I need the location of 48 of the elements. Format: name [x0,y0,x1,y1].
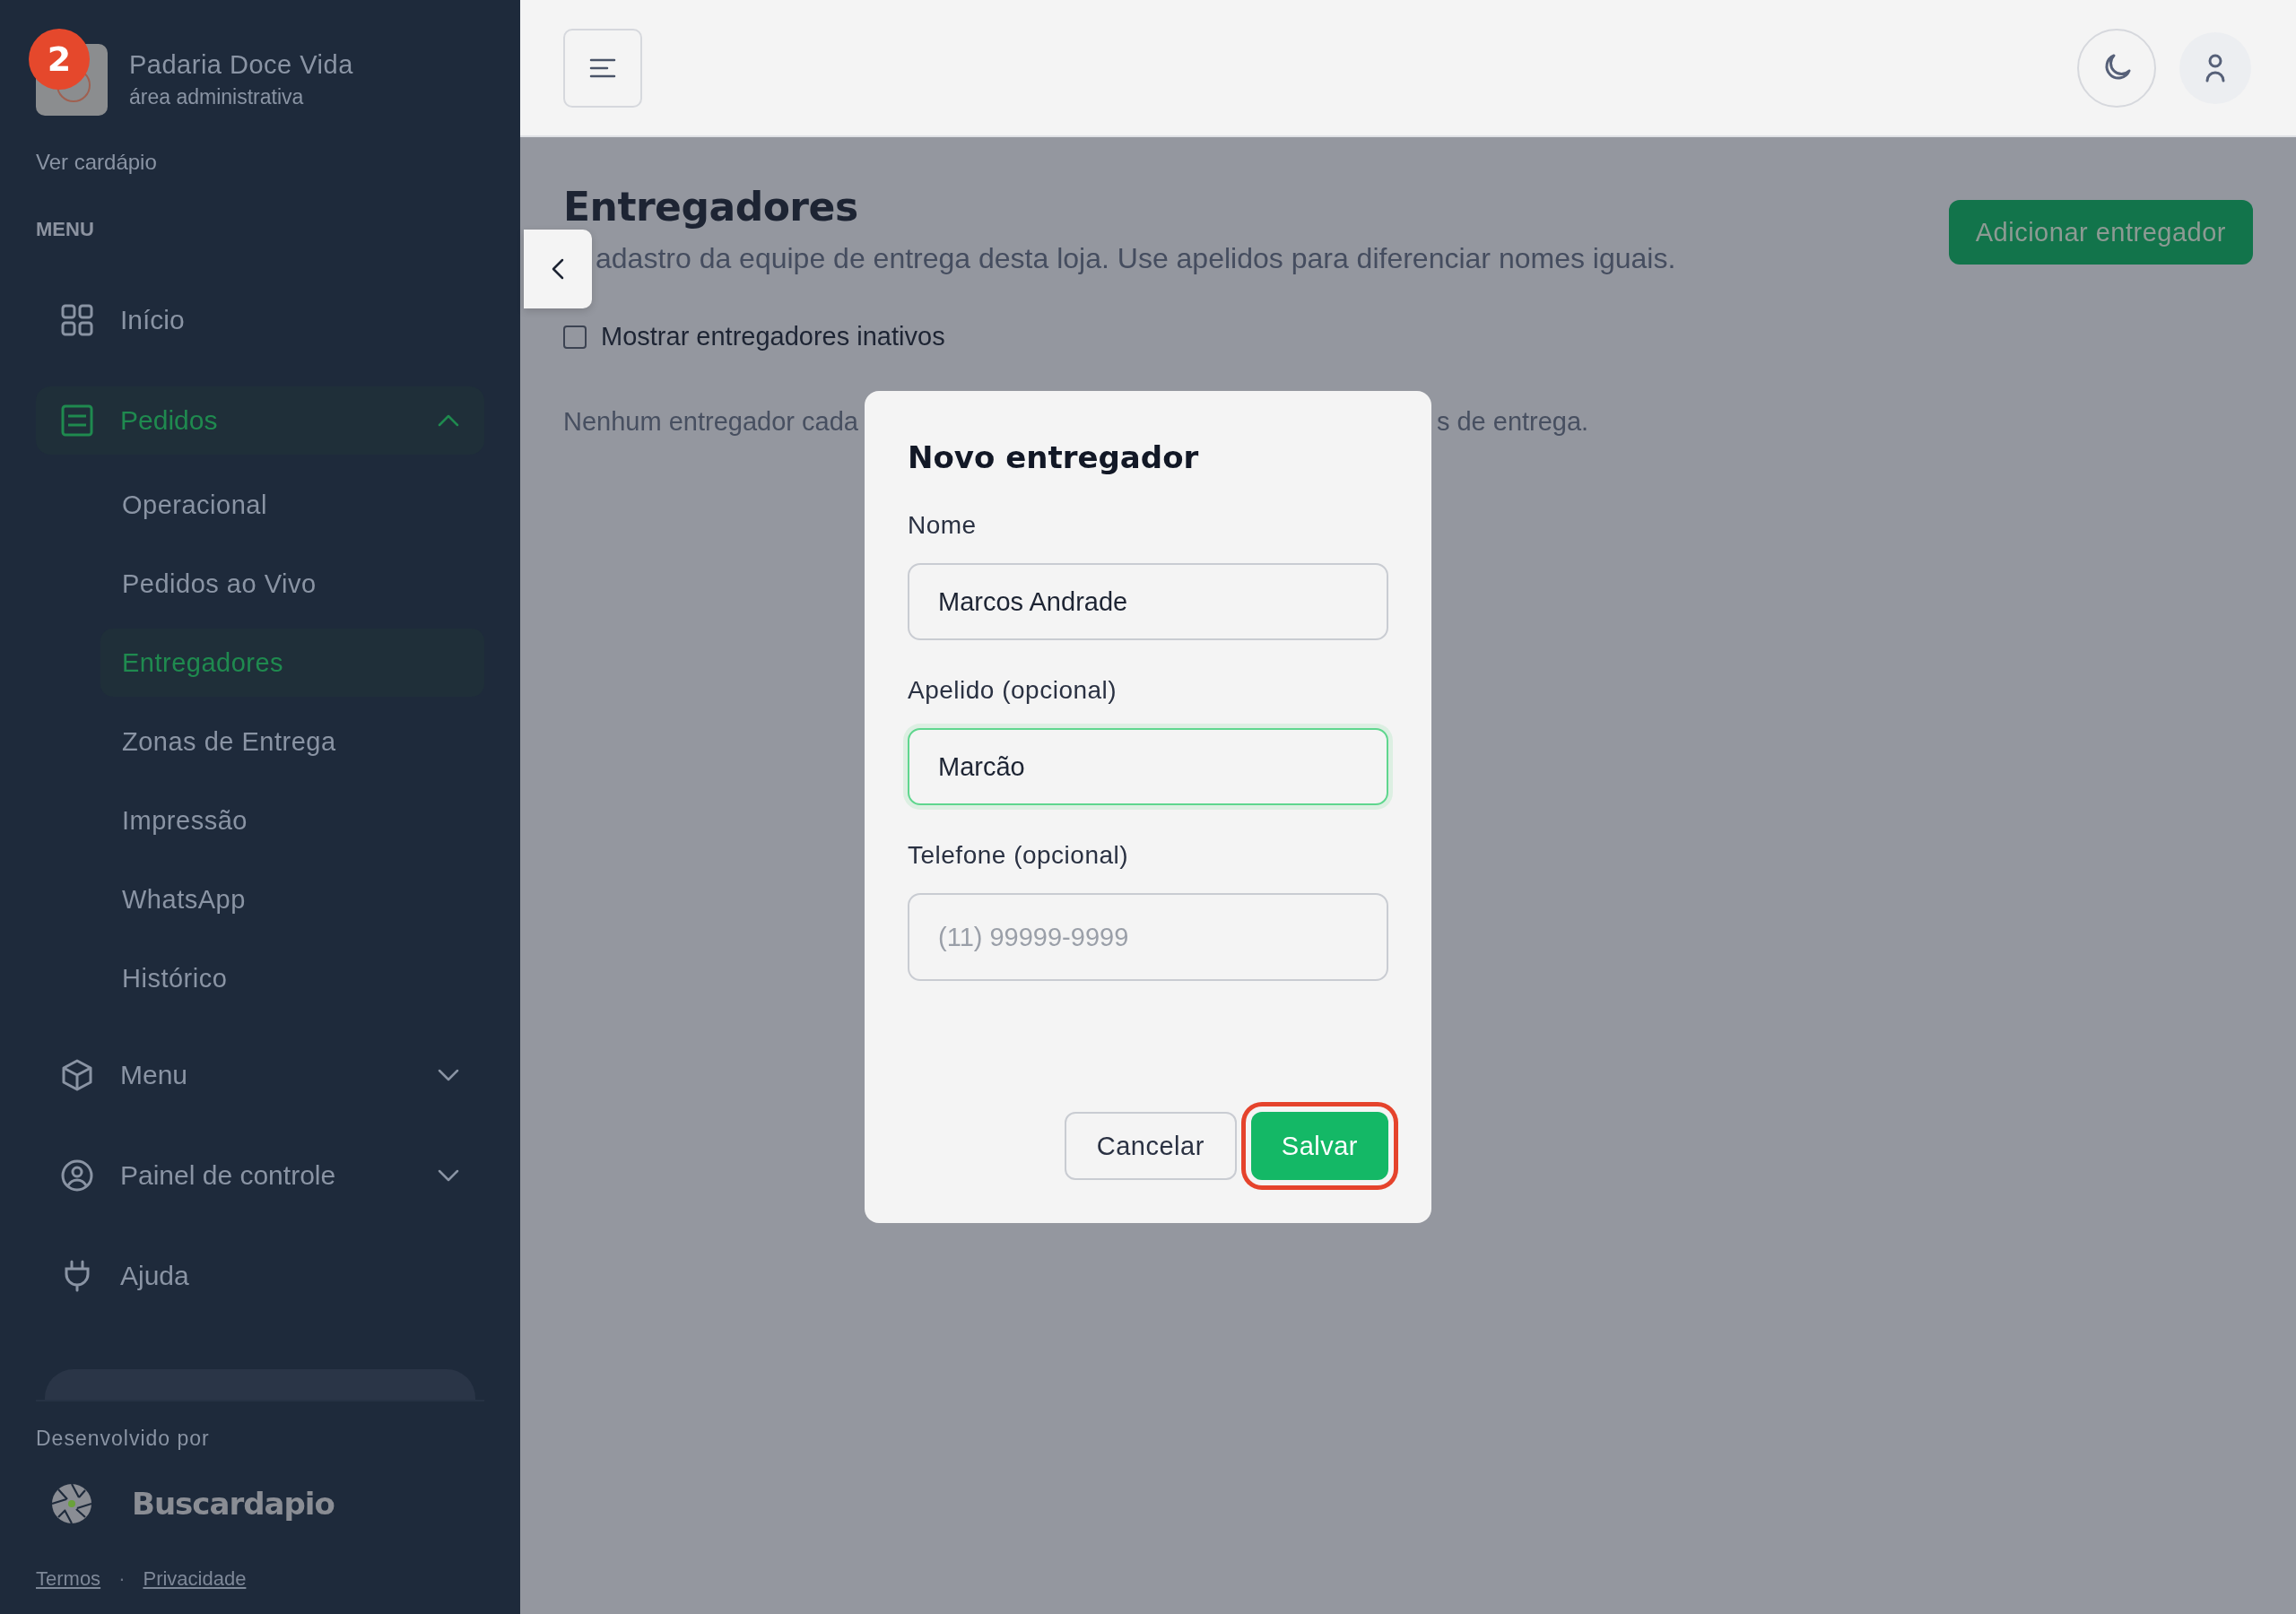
input-field[interactable]: Marcão [908,728,1388,805]
nav-item[interactable]: Ajuda [36,1242,484,1310]
section-label: MENU [36,218,95,241]
chevron-down-icon [438,1069,459,1081]
chevron-down-icon [438,1169,459,1182]
chevron-up-icon [438,414,459,427]
field-label: Apelido (opcional) [908,676,1118,705]
menu-icon [589,57,616,78]
nav-subitem[interactable]: Operacional [100,471,484,539]
store-subtitle: área administrativa [129,85,305,109]
list-icon [61,404,93,437]
nav-item[interactable]: Início [36,286,484,354]
checkbox-label: Mostrar entregadores inativos [601,322,945,351]
notification-badge: 2 [29,29,90,90]
grid-icon [61,304,93,336]
field-label: Telefone (opcional) [908,841,1130,870]
footer-link[interactable]: Termos [36,1567,101,1591]
nav-subitem[interactable]: Entregadores [100,629,484,697]
footer-link[interactable]: Privacidade [143,1567,247,1591]
store-name: Padaria Doce Vida [129,50,353,80]
nav-subitem[interactable]: Histórico [100,944,484,1012]
checkbox[interactable] [563,325,587,349]
collapse-sidebar-button[interactable] [524,230,592,308]
brand-name: Buscardapio [132,1486,335,1522]
nav-item[interactable]: Menu [36,1041,484,1109]
empty-message: s de entrega. [1436,407,1589,437]
input-field[interactable]: (11) 99999-9999 [908,893,1388,981]
user-icon [2205,53,2225,82]
dialog-title: Novo entregador [908,439,1200,475]
box-icon [61,1059,93,1091]
cancel-button[interactable]: Cancelar [1064,1112,1237,1180]
page-title: Entregadores [563,184,859,230]
aperture-logo-icon [51,1483,92,1524]
nav-item[interactable]: Pedidos [36,386,484,455]
empty-message: Nenhum entregador cada [563,407,858,437]
nav-subitem[interactable]: Impressão [100,786,484,855]
view-menu-link[interactable]: Ver cardápio [36,150,484,175]
user-circle-icon [61,1159,93,1192]
chevron-left-icon [552,258,564,280]
field-label: Nome [908,511,978,540]
nav-item[interactable]: Painel de controle [36,1141,484,1210]
nav-subitem[interactable]: Zonas de Entrega [100,707,484,776]
nav-subitem[interactable]: Pedidos ao Vivo [100,550,484,618]
page-subtitle: adastro da equipe de entrega desta loja. Use apelidos para diferenciar nomes iguais. [596,242,1677,275]
link-separator: · [118,1567,126,1591]
input-field[interactable]: Marcos Andrade [908,563,1388,640]
nav-subitem[interactable]: WhatsApp [100,865,484,933]
developed-by-label: Desenvolvido por [36,1427,211,1451]
